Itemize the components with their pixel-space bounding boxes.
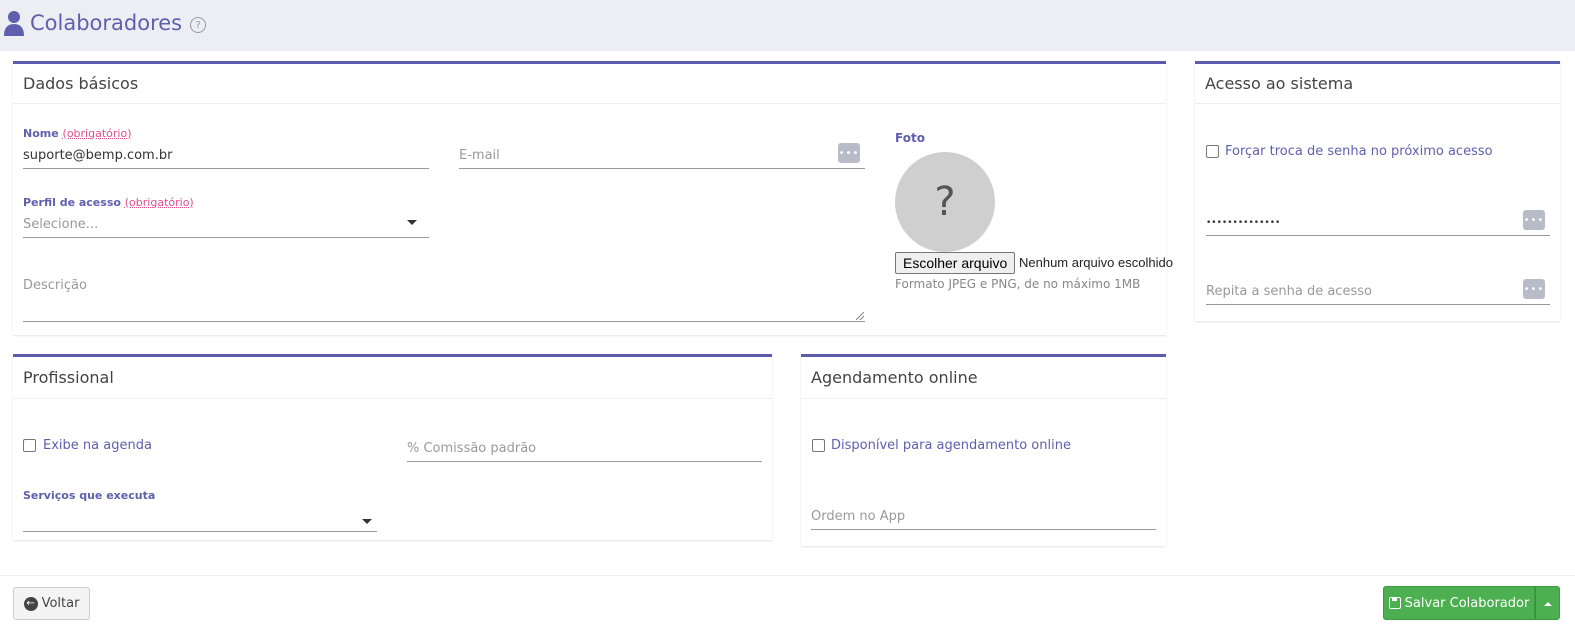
avatar-placeholder: ? bbox=[895, 152, 995, 252]
basic-data-header: Dados básicos bbox=[13, 64, 1166, 104]
profile-select-placeholder: Selecione... bbox=[23, 217, 99, 232]
back-button-label: Voltar bbox=[41, 596, 80, 611]
description-textarea[interactable]: Descrição bbox=[23, 275, 865, 322]
name-required-tag: (obrigatório) bbox=[62, 127, 132, 140]
services-chevron-down-icon[interactable] bbox=[362, 519, 372, 524]
page-header: Colaboradores ? bbox=[0, 0, 1575, 51]
email-input[interactable]: E-mail bbox=[459, 143, 865, 169]
back-button[interactable]: ← Voltar bbox=[13, 587, 90, 620]
file-status: Nenhum arquivo escolhido bbox=[1019, 255, 1173, 270]
resize-grip-icon[interactable] bbox=[856, 312, 864, 320]
profile-required-tag: (obrigatório) bbox=[124, 196, 194, 209]
save-button-label: Salvar Colaborador bbox=[1404, 595, 1530, 611]
arrow-left-circle-icon: ← bbox=[23, 596, 38, 611]
app-order-placeholder: Ordem no App bbox=[811, 509, 906, 524]
chevron-up-icon bbox=[1544, 602, 1552, 606]
save-button[interactable]: Salvar Colaborador bbox=[1383, 586, 1535, 620]
name-label-text: Nome bbox=[23, 127, 59, 140]
profile-label-text: Perfil de acesso bbox=[23, 196, 121, 209]
show-in-agenda-label[interactable]: Exibe na agenda bbox=[43, 438, 152, 453]
app-order-input[interactable]: Ordem no App bbox=[811, 504, 1156, 530]
commission-placeholder: % Comissão padrão bbox=[407, 441, 537, 456]
commission-input[interactable]: % Comissão padrão bbox=[407, 436, 762, 462]
user-icon bbox=[4, 11, 24, 36]
photo-label: Foto bbox=[895, 131, 925, 145]
help-icon[interactable]: ? bbox=[190, 17, 207, 33]
show-in-agenda-checkbox[interactable] bbox=[23, 439, 36, 452]
email-input-placeholder: E-mail bbox=[459, 148, 500, 163]
password-dots-icon[interactable]: ••• bbox=[1523, 210, 1545, 230]
services-label: Serviços que executa bbox=[23, 489, 156, 502]
footer-divider bbox=[0, 575, 1575, 576]
online-available-label[interactable]: Disponível para agendamento online bbox=[831, 438, 1071, 453]
online-booking-header: Agendamento online bbox=[801, 357, 1166, 399]
floppy-disk-icon bbox=[1388, 597, 1401, 609]
system-access-header: Acesso ao sistema bbox=[1195, 64, 1560, 104]
repeat-password-placeholder: Repita a senha de acesso bbox=[1206, 284, 1372, 299]
professional-header: Profissional bbox=[13, 357, 772, 399]
force-password-change-label[interactable]: Forçar troca de senha no próximo acesso bbox=[1225, 144, 1493, 159]
name-label: Nome (obrigatório) bbox=[23, 127, 131, 140]
name-input-value: suporte@bemp.com.br bbox=[23, 148, 173, 163]
page-title-group: Colaboradores ? bbox=[4, 6, 207, 40]
file-hint: Formato JPEG e PNG, de no máximo 1MB bbox=[895, 277, 1141, 291]
repeat-password-input[interactable]: Repita a senha de acesso bbox=[1206, 279, 1550, 305]
page-title: Colaboradores bbox=[30, 11, 183, 35]
profile-chevron-down-icon[interactable] bbox=[407, 220, 417, 225]
profile-label: Perfil de acesso (obrigatório) bbox=[23, 196, 194, 209]
description-placeholder: Descrição bbox=[23, 278, 87, 293]
force-password-change-checkbox[interactable] bbox=[1206, 145, 1219, 158]
name-input[interactable]: suporte@bemp.com.br bbox=[23, 143, 429, 169]
services-select[interactable] bbox=[23, 506, 377, 532]
password-value: •••••••••••••• bbox=[1206, 217, 1281, 228]
password-input[interactable]: •••••••••••••• bbox=[1206, 210, 1550, 236]
profile-select[interactable]: Selecione... bbox=[23, 212, 429, 238]
email-dots-icon[interactable]: ••• bbox=[838, 143, 860, 163]
save-options-button[interactable] bbox=[1535, 586, 1560, 620]
choose-file-button[interactable]: Escolher arquivo bbox=[895, 252, 1016, 274]
online-available-checkbox[interactable] bbox=[812, 439, 825, 452]
repeat-password-dots-icon[interactable]: ••• bbox=[1523, 279, 1545, 299]
